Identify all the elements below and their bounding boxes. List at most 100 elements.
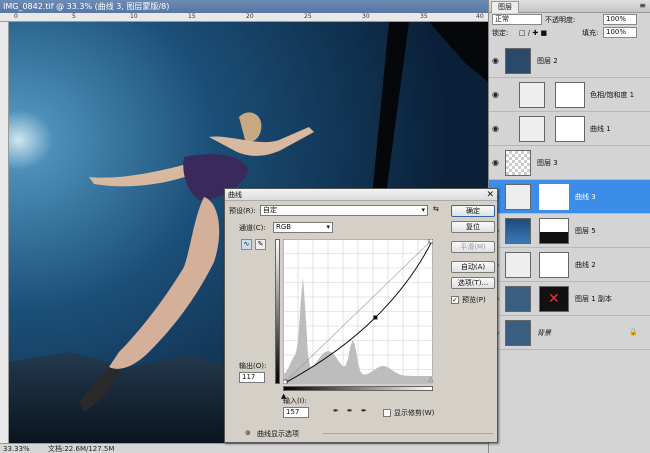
curves-thumbnail [505,252,531,278]
layer-thumbnail [505,286,531,312]
gray-eyedropper-icon[interactable]: ✒ [347,407,353,415]
lock-label: 锁定: [492,29,509,37]
layer-row-layer-2[interactable]: ◉ 图层 2 [489,44,650,78]
blend-mode-value: 正常 [495,15,509,23]
channel-label: 通道(C): [239,224,266,232]
preset-select[interactable]: 自定 ▾ [260,205,428,216]
left-ruler [0,22,9,443]
display-options-label[interactable]: 曲线显示选项 [257,429,299,439]
ruler-tick: 35 [420,13,428,20]
white-slider-icon[interactable]: △ [428,375,433,383]
top-ruler: 0 5 10 15 20 25 30 35 40 [0,13,488,22]
layer-mask-thumbnail: ✕ [539,286,569,312]
input-gradient-bar [283,386,433,391]
ruler-tick: 30 [362,13,370,20]
zoom-level[interactable]: 33.33% [3,444,30,453]
white-point-handle [428,238,434,244]
layer-thumbnail [505,320,531,346]
curves-plot [282,238,434,385]
blend-opacity-row: 正常 不透明度: 100% [489,13,650,26]
black-point-handle [282,379,288,385]
layer-mask-thumbnail [539,184,569,210]
status-bar: 33.33% 文档:22.6M/127.5M [0,443,488,453]
layer-row-layer-1-copy[interactable]: ◉ ✕ 图层 1 副本 [489,282,650,316]
divider [323,433,493,434]
fill-input[interactable]: 100% [603,27,637,38]
visibility-eye-icon[interactable]: ◉ [492,158,501,167]
input-value: 157 [286,408,300,416]
curve-point-tool-icon[interactable]: ∿ [241,239,252,250]
curves-dialog: 曲线 ✕ 预设(R): 自定 ▾ ⇆ 通道(C): RGB ▾ ∿ ✎ 输出(O… [224,188,498,443]
reset-button[interactable]: 复位 [451,221,495,233]
preview-checkbox[interactable]: ✓ [451,296,459,304]
layer-mask-thumbnail [555,116,585,142]
layer-mask-thumbnail [539,218,569,244]
layer-row-background[interactable]: ◉ 背景 🔒 [489,316,650,350]
lock-icon: 🔒 [629,328,638,336]
close-icon[interactable]: ✕ [486,189,494,201]
channel-value: RGB [276,223,292,231]
expand-chevron-icon[interactable]: ⊚ [245,429,251,437]
white-eyedropper-icon[interactable]: ✒ [361,407,367,415]
fill-value: 100% [606,28,627,36]
visibility-eye-icon[interactable]: ◉ [492,124,501,133]
show-clipping-label: 显示修剪(W) [394,409,435,417]
ruler-tick: 15 [188,13,196,20]
blend-mode-select[interactable]: 正常 [492,14,542,25]
layer-row-curves-3[interactable]: ◉ 曲线 3 [489,180,650,214]
visibility-eye-icon[interactable]: ◉ [492,90,501,99]
layer-thumbnail [505,218,531,244]
lock-fill-row: 锁定: □ ∕ ✚ ■ 填充: 100% [489,26,650,39]
chevron-down-icon: ▾ [326,223,330,231]
layer-name: 曲线 2 [575,261,596,269]
channel-select[interactable]: RGB ▾ [273,222,333,233]
layer-mask-thumbnail [539,252,569,278]
layer-row-layer-3[interactable]: ◉ 图层 3 [489,146,650,180]
curves-graph[interactable] [282,238,434,385]
layer-row-layer-5[interactable]: ◉ 图层 5 [489,214,650,248]
layer-name: 图层 2 [537,57,558,65]
input-label: 输入(I): [283,397,307,405]
layer-name: 图层 3 [537,159,558,167]
ok-button[interactable]: 确定 [451,205,495,217]
output-label: 输出(O): [239,362,267,370]
pencil-tool-icon[interactable]: ✎ [255,239,266,250]
ruler-tick: 25 [304,13,312,20]
opacity-value: 100% [606,15,627,23]
dialog-title-bar[interactable]: 曲线 ✕ [225,189,497,201]
document-size: 文档:22.6M/127.5M [48,445,115,453]
options-button[interactable]: 选项(T)... [451,277,495,289]
layer-row-curves-2[interactable]: ◉ 曲线 2 [489,248,650,282]
black-eyedropper-icon[interactable]: ✒ [333,407,339,415]
preset-label: 预设(R): [229,207,256,215]
preset-value: 自定 [263,206,277,214]
auto-button[interactable]: 自动(A) [451,261,495,273]
layer-name: 色相/饱和度 1 [590,91,635,99]
smooth-button[interactable]: 平滑(M) [451,241,495,253]
layer-thumbnail [505,150,531,176]
lock-icons[interactable]: □ ∕ ✚ ■ [519,27,547,39]
document-title: IMG_0842.tif @ 33.3% (曲线 3, 图层蒙版/8) [0,0,488,13]
mask-disabled-x-icon: ✕ [548,291,560,307]
output-gradient-bar [275,239,280,384]
output-field[interactable]: 117 [239,372,265,383]
ruler-tick: 0 [14,13,18,20]
layer-row-curves-1[interactable]: ◉ 曲线 1 [489,112,650,146]
panel-menu-icon[interactable]: ≡ [639,1,646,10]
chevron-down-icon: ▾ [421,206,425,214]
dialog-title: 曲线 [228,191,242,199]
visibility-eye-icon[interactable]: ◉ [492,56,501,65]
layer-row-hue-saturation-1[interactable]: ◉ 色相/饱和度 1 [489,78,650,112]
input-field[interactable]: 157 [283,407,309,418]
layer-name: 曲线 1 [590,125,611,133]
fill-label: 填充: [582,29,599,37]
opacity-input[interactable]: 100% [603,14,637,25]
layer-mask-thumbnail [555,82,585,108]
adjustment-thumbnail [519,82,545,108]
show-clipping-checkbox[interactable] [383,409,391,417]
tab-layers[interactable]: 图层 [491,1,519,13]
curve-control-point [373,315,378,320]
ruler-tick: 40 [476,13,484,20]
layers-tab-bar: 图层 ≡ [489,0,650,13]
preset-options-icon[interactable]: ⇆ [433,205,439,213]
